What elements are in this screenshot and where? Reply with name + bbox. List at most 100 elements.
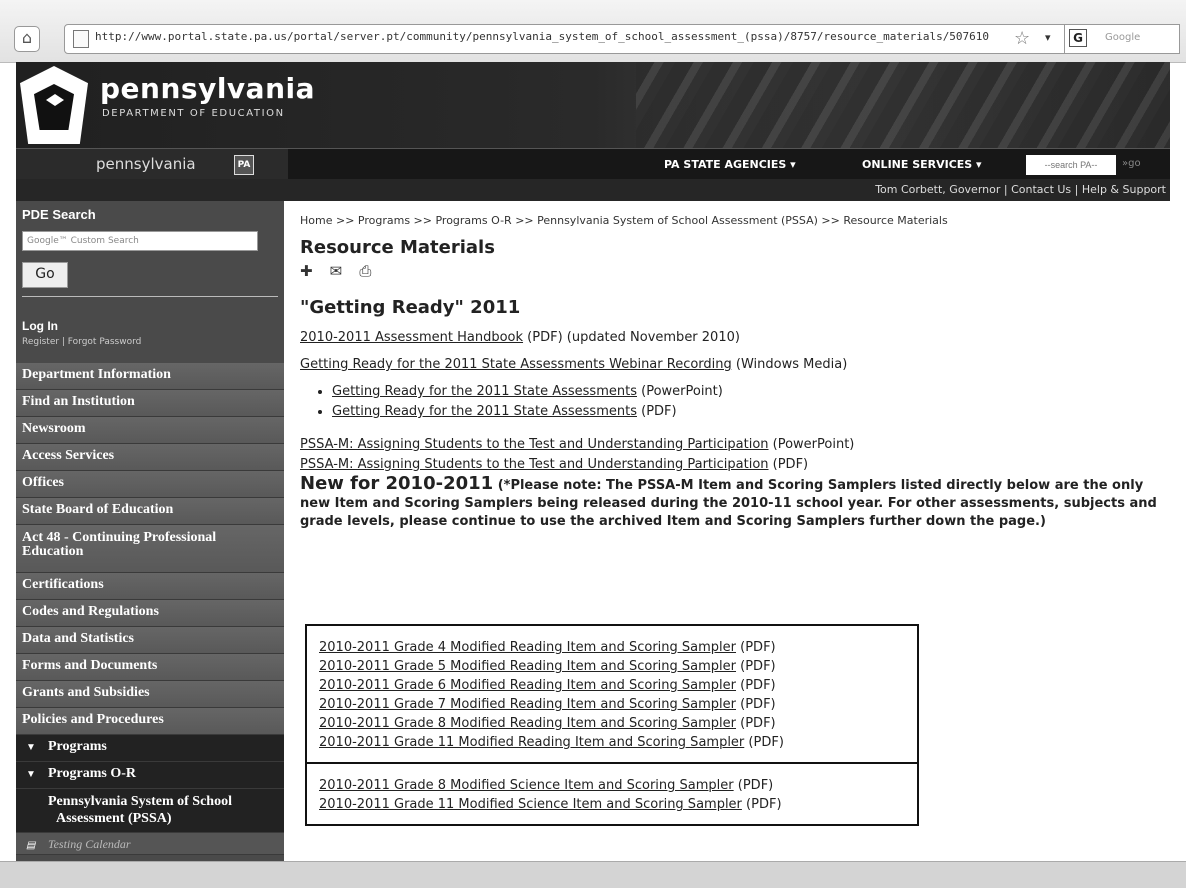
handbook-note: (PDF) (updated November 2010) (523, 330, 740, 345)
handbook-link[interactable]: 2010-2011 Assessment Handbook (300, 330, 523, 345)
page-title: Resource Materials (300, 237, 495, 258)
keystone-logo-icon (20, 66, 88, 144)
sidebar-item[interactable]: Access Services (16, 444, 284, 471)
sidebar-item[interactable]: Forms and Documents (16, 654, 284, 681)
browser-search-box[interactable]: G Google (1064, 24, 1180, 54)
back-arrow-icon[interactable]: ✚ (300, 262, 313, 280)
sidebar-item[interactable]: Certifications (16, 573, 284, 600)
divider (22, 296, 278, 297)
list-item: Getting Ready for the 2011 State Assessm… (332, 402, 1170, 422)
sampler-link[interactable]: 2010-2011 Grade 11 Modified Science Item… (319, 797, 742, 812)
sampler-link[interactable]: 2010-2011 Grade 6 Modified Reading Item … (319, 678, 736, 693)
getting-ready-link[interactable]: Getting Ready for the 2011 State Assessm… (332, 404, 637, 419)
sidebar-item[interactable]: Policies and Procedures (16, 708, 284, 735)
url-text: http://www.portal.state.pa.us/portal/ser… (95, 30, 990, 43)
site-header: pennsylvania DEPARTMENT OF EDUCATION (16, 62, 1170, 148)
sidebar-item[interactable]: Codes and Regulations (16, 600, 284, 627)
getting-ready-list: Getting Ready for the 2011 State Assessm… (332, 382, 1170, 422)
pa-home[interactable]: pennsylvania PA (16, 149, 288, 179)
sidebar-item[interactable]: State Board of Education (16, 498, 284, 525)
header-photo (636, 62, 1170, 148)
department-name: DEPARTMENT OF EDUCATION (102, 108, 285, 119)
utility-links[interactable]: Tom Corbett, Governor | Contact Us | Hel… (875, 183, 1166, 196)
file-type: (PDF) (736, 716, 776, 731)
sidebar-menu: Department Information Find an Instituti… (0, 363, 284, 855)
sidebar-item-testing-calendar[interactable]: ▤ Testing Calendar (16, 833, 284, 855)
online-services-menu[interactable]: ONLINE SERVICES ▾ (862, 158, 982, 171)
webinar-link[interactable]: Getting Ready for the 2011 State Assessm… (300, 357, 732, 372)
search-pa-input[interactable] (1026, 155, 1116, 175)
status-bar (0, 861, 1186, 888)
handbook-row: 2010-2011 Assessment Handbook (PDF) (upd… (300, 330, 1170, 345)
sidebar-item-programs-or[interactable]: ▼ Programs O-R (16, 762, 284, 789)
browser-toolbar: ⌂ http://www.portal.state.pa.us/portal/s… (0, 0, 1186, 63)
login-link[interactable]: Log In (22, 319, 58, 333)
sidebar-search-title: PDE Search (22, 207, 96, 222)
browser-search-placeholder: Google (1105, 32, 1141, 43)
new-for-2010-2011: New for 2010-2011 (*Please note: The PSS… (300, 475, 1170, 531)
file-type: (PDF) (744, 735, 784, 750)
sampler-link[interactable]: 2010-2011 Grade 4 Modified Reading Item … (319, 640, 736, 655)
file-type: (PDF) (736, 678, 776, 693)
register-link[interactable]: Register | Forgot Password (22, 337, 141, 347)
getting-ready-link[interactable]: Getting Ready for the 2011 State Assessm… (332, 384, 637, 399)
sidebar-item-label: Programs (48, 739, 107, 754)
list-item: Getting Ready for the 2011 State Assessm… (332, 382, 1170, 402)
file-type: (PDF) (736, 640, 776, 655)
brand-name: pennsylvania (100, 72, 315, 105)
file-type: (PDF) (736, 697, 776, 712)
sidebar-item[interactable]: Newsroom (16, 417, 284, 444)
bookmark-star-icon[interactable]: ☆ (1014, 28, 1030, 49)
sidebar-item[interactable]: Grants and Subsidies (16, 681, 284, 708)
sampler-link[interactable]: 2010-2011 Grade 11 Modified Reading Item… (319, 735, 744, 750)
email-icon[interactable]: ✉ (330, 262, 343, 280)
go-link[interactable]: »go (1122, 158, 1141, 169)
sidebar-item[interactable]: Data and Statistics (16, 627, 284, 654)
file-type: (PowerPoint) (636, 384, 723, 399)
sampler-link[interactable]: 2010-2011 Grade 8 Modified Reading Item … (319, 716, 736, 731)
sidebar-item-pssa[interactable]: ▼ Pennsylvania System of School Assessmen… (0, 789, 284, 833)
triangle-down-icon: ▼ (0, 797, 6, 808)
pa-state-agencies-menu[interactable]: PA STATE AGENCIES ▾ (664, 158, 796, 171)
sampler-link[interactable]: 2010-2011 Grade 5 Modified Reading Item … (319, 659, 736, 674)
page-actions: ✚ ✉ ⎙ (300, 261, 1170, 281)
sidebar: PDE Search Google™ Custom Search Go Log … (0, 201, 284, 861)
breadcrumb[interactable]: Home >> Programs >> Programs O-R >> Penn… (300, 214, 1170, 227)
pa-label: pennsylvania (96, 155, 196, 173)
file-type: (PDF) (768, 457, 809, 472)
sidebar-search-input[interactable]: Google™ Custom Search (22, 231, 258, 251)
sampler-link[interactable]: 2010-2011 Grade 8 Modified Science Item … (319, 778, 734, 793)
sidebar-item-label: Programs O-R (48, 766, 136, 781)
sidebar-go-button[interactable]: Go (22, 262, 68, 288)
sidebar-item-programs[interactable]: ▼ Programs (16, 735, 284, 762)
samplers-box: 2010-2011 Grade 4 Modified Reading Item … (305, 624, 919, 826)
pssa-m-link[interactable]: PSSA-M: Assigning Students to the Test a… (300, 457, 769, 472)
utility-bar: Tom Corbett, Governor | Contact Us | Hel… (16, 179, 1170, 201)
dropdown-icon[interactable]: ▾ (1045, 31, 1051, 44)
pssa-m-link[interactable]: PSSA-M: Assigning Students to the Test a… (300, 437, 769, 452)
file-type: (PowerPoint) (768, 437, 855, 452)
sidebar-item[interactable]: Department Information (16, 363, 284, 390)
triangle-down-icon: ▼ (26, 769, 36, 780)
webinar-row: Getting Ready for the 2011 State Assessm… (300, 357, 1170, 372)
page-icon (73, 30, 89, 48)
sidebar-item[interactable]: Offices (16, 471, 284, 498)
home-icon[interactable]: ⌂ (14, 26, 40, 52)
top-nav: pennsylvania PA PA STATE AGENCIES ▾ ONLI… (16, 148, 1170, 179)
science-samplers: 2010-2011 Grade 8 Modified Science Item … (307, 762, 917, 824)
sampler-link[interactable]: 2010-2011 Grade 7 Modified Reading Item … (319, 697, 736, 712)
address-bar[interactable]: http://www.portal.state.pa.us/portal/ser… (64, 24, 1099, 54)
file-type: (PDF) (736, 659, 776, 674)
sidebar-item[interactable]: Find an Institution (16, 390, 284, 417)
google-icon: G (1069, 29, 1087, 47)
reading-samplers: 2010-2011 Grade 4 Modified Reading Item … (307, 626, 917, 762)
pssa-m-links: PSSA-M: Assigning Students to the Test a… (300, 435, 1170, 475)
file-type: (PDF) (741, 797, 782, 812)
print-icon[interactable]: ⎙ (359, 262, 371, 280)
triangle-down-icon: ▼ (26, 742, 36, 753)
sidebar-item[interactable]: Act 48 - Continuing Professional Educati… (16, 525, 284, 573)
file-type: (PDF) (636, 404, 677, 419)
webinar-note: (Windows Media) (731, 357, 848, 372)
main-content: Home >> Programs >> Programs O-R >> Penn… (300, 210, 1170, 826)
pa-badge-icon: PA (234, 155, 254, 175)
